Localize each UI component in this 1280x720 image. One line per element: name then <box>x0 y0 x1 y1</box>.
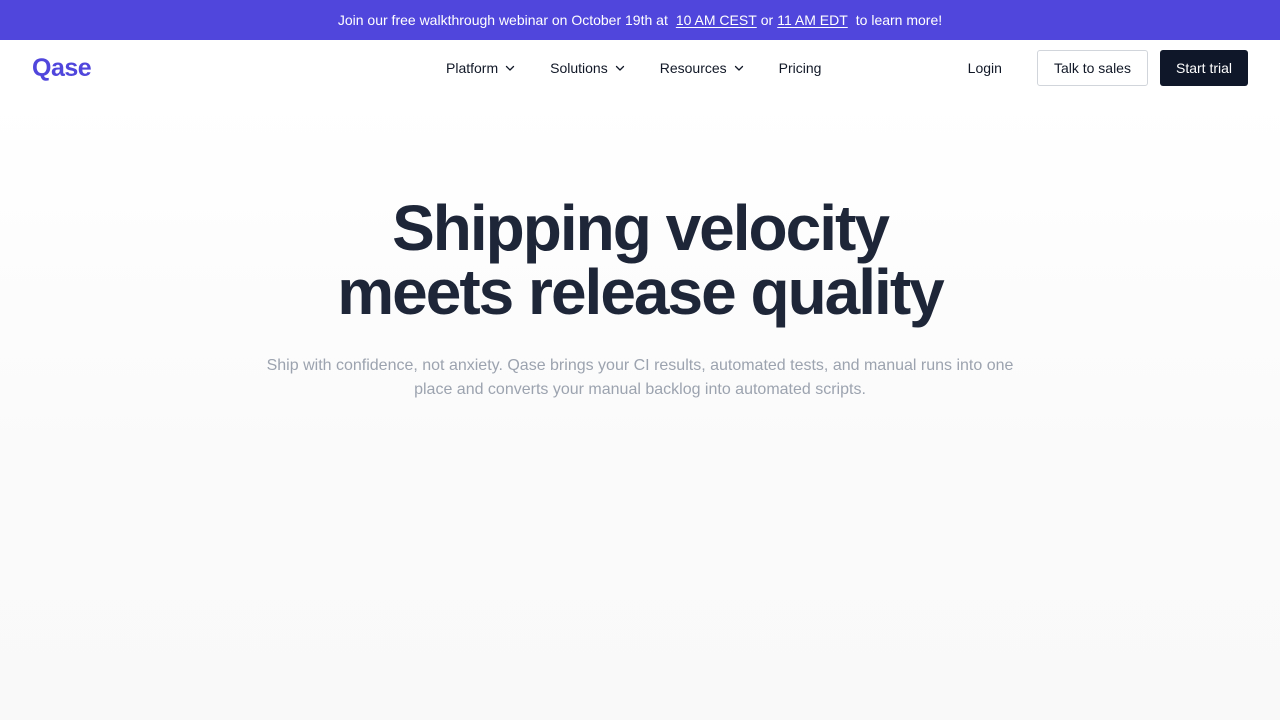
banner-link-edt[interactable]: 11 AM EDT <box>777 12 848 28</box>
banner-text-after: to learn more! <box>855 12 943 28</box>
talk-to-sales-button[interactable]: Talk to sales <box>1036 50 1148 86</box>
nav-item-resources[interactable]: Resources <box>660 60 745 76</box>
top-navigation: Qase Platform Solutions Resources Pricin… <box>0 40 1280 96</box>
banner-link-cest[interactable]: 10 AM CEST <box>676 12 757 28</box>
qase-logo[interactable]: Qase <box>32 54 92 83</box>
chevron-down-icon <box>614 62 626 74</box>
main-nav: Platform Solutions Resources Pricing <box>446 40 821 96</box>
announcement-banner: Join our free walkthrough webinar on Oct… <box>0 0 1280 40</box>
nav-item-label: Pricing <box>778 60 822 76</box>
hero-title-line-1: Shipping velocity <box>392 192 890 264</box>
start-trial-button[interactable]: Start trial <box>1159 50 1248 86</box>
login-button[interactable]: Login <box>945 50 1025 86</box>
hero-title-line-2: meets release quality <box>337 256 944 328</box>
nav-item-pricing[interactable]: Pricing <box>779 60 822 76</box>
banner-text-or: or <box>760 12 774 28</box>
nav-item-label: Platform <box>446 60 499 76</box>
hero-subtitle: Ship with confidence, not anxiety. Qase … <box>266 357 1014 398</box>
nav-item-solutions[interactable]: Solutions <box>550 60 626 76</box>
chevron-down-icon <box>733 62 745 74</box>
nav-item-label: Solutions <box>550 60 608 76</box>
chevron-down-icon <box>504 62 516 74</box>
banner-text-before: Join our free walkthrough webinar on Oct… <box>337 12 668 28</box>
nav-actions: Login Talk to sales Start trial <box>945 50 1248 86</box>
nav-item-label: Resources <box>659 60 727 76</box>
logo-text: Qase <box>32 54 92 82</box>
hero-section: Shipping velocity meets release quality … <box>0 96 1280 720</box>
hero-title: Shipping velocity meets release quality <box>0 196 1280 324</box>
nav-item-platform[interactable]: Platform <box>446 60 516 76</box>
